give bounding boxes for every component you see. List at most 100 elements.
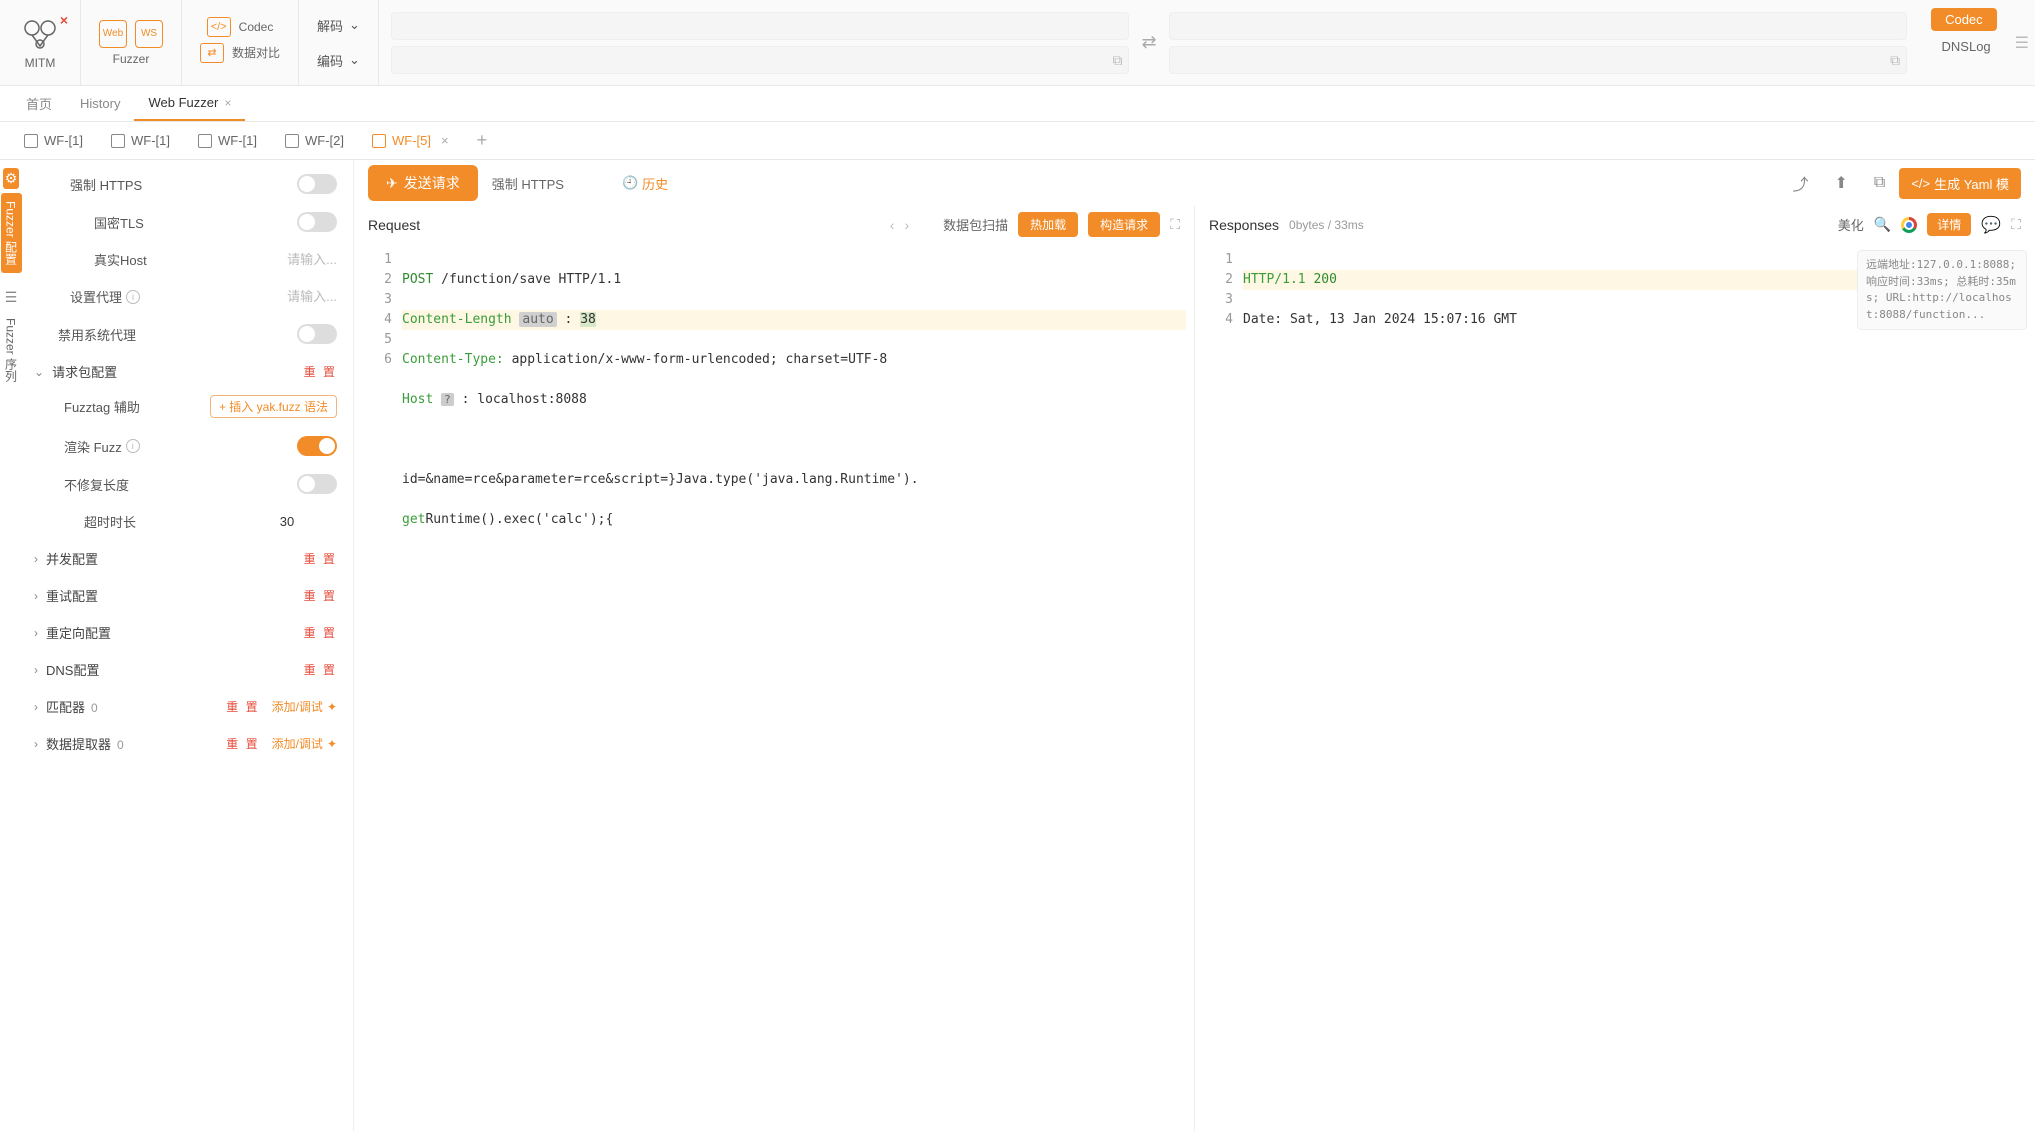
search-icon[interactable]: 🔍	[1874, 216, 1891, 233]
send-request-button[interactable]: ✈发送请求	[368, 165, 478, 201]
subtab-wf-1a[interactable]: WF-[1]	[12, 122, 95, 159]
add-debug-button[interactable]: 添加/调试 ✦	[272, 735, 337, 752]
codec-input-right-2[interactable]: ⧉	[1169, 46, 1908, 74]
copy-icon[interactable]: ⧉	[1112, 52, 1122, 69]
next-icon[interactable]: ›	[904, 217, 909, 233]
response-editor[interactable]: 1234 HTTP/1.1 200 Date: Sat, 13 Jan 2024…	[1195, 244, 2035, 1131]
section-matcher[interactable]: ›匹配器0重 置添加/调试 ✦	[34, 697, 337, 716]
generate-yaml-button[interactable]: </>生成 Yaml 模	[1899, 168, 2021, 199]
expand-icon[interactable]: ⛶	[1170, 216, 1180, 233]
beautify-button[interactable]: 美化	[1838, 215, 1864, 234]
subtab-wf-1b[interactable]: WF-[1]	[99, 122, 182, 159]
reset-button[interactable]: 重 置	[304, 363, 337, 380]
add-debug-label: 添加/调试	[272, 735, 323, 752]
section-dns[interactable]: ›DNS配置重 置	[34, 660, 337, 679]
insert-fuzz-button[interactable]: + 插入 yak.fuzz 语法	[210, 395, 337, 418]
close-icon[interactable]: ×	[441, 133, 449, 148]
section-title: 请求包配置	[52, 362, 304, 381]
subtab-wf-2[interactable]: WF-[2]	[273, 122, 356, 159]
encode-dropdown[interactable]: 编码 ⌄	[317, 51, 360, 70]
auto-badge: auto	[519, 312, 556, 327]
history-link[interactable]: 🕘历史	[622, 174, 668, 193]
gm-tls-toggle[interactable]	[297, 212, 337, 232]
prev-icon[interactable]: ‹	[890, 217, 895, 233]
fuzzer-group[interactable]: Web WS Fuzzer	[81, 0, 182, 85]
add-tab-button[interactable]: +	[465, 130, 500, 151]
req-hdr-ct: Content-Type:	[402, 352, 504, 367]
codec-io-area: ⧉ ⇄ ⧉	[379, 0, 1919, 85]
req-hdr-host: Host	[402, 392, 433, 407]
swap-icon[interactable]: ⇄	[1141, 32, 1156, 53]
tab-web-fuzzer[interactable]: Web Fuzzer×	[134, 86, 245, 121]
mitm-label: MITM	[25, 56, 56, 70]
disable-sys-proxy-toggle[interactable]	[297, 324, 337, 344]
subtab-wf-1c[interactable]: WF-[1]	[186, 122, 269, 159]
close-icon[interactable]: ×	[224, 96, 231, 110]
reset-button[interactable]: 重 置	[304, 587, 337, 604]
req-method: POST	[402, 272, 433, 287]
detail-button[interactable]: 详情	[1927, 213, 1971, 236]
export-icon[interactable]: ⬆	[1834, 173, 1847, 193]
section-title: 重试配置	[46, 586, 304, 605]
new-window-icon[interactable]: ⧉	[1874, 174, 1885, 192]
reset-button[interactable]: 重 置	[304, 624, 337, 641]
chevron-right-icon: ›	[34, 552, 38, 566]
req-hdr-cl: Content-Length	[402, 312, 512, 327]
timeout-label: 超时时长	[84, 512, 136, 531]
vertical-bar: ⚙ Fuzzer 配置 ☰ Fuzzer 序列	[0, 160, 22, 1131]
chrome-icon[interactable]	[1901, 217, 1917, 233]
construct-request-button[interactable]: 构造请求	[1088, 212, 1160, 237]
codec-input-right-1[interactable]	[1169, 12, 1908, 40]
comment-icon[interactable]: 💬	[1981, 215, 2001, 235]
section-title: 并发配置	[46, 549, 304, 568]
hotload-button[interactable]: 热加载	[1018, 212, 1078, 237]
section-concurrent[interactable]: › 并发配置重 置	[34, 549, 337, 568]
no-fix-len-toggle[interactable]	[297, 474, 337, 494]
force-https-toggle[interactable]	[297, 174, 337, 194]
reset-button[interactable]: 重 置	[304, 661, 337, 678]
hamburger-icon[interactable]: ☰	[2009, 33, 2035, 53]
chevron-down-icon: ⌄	[34, 365, 44, 379]
section-redirect[interactable]: ›重定向配置重 置	[34, 623, 337, 642]
proxy-input[interactable]	[237, 289, 337, 304]
request-gutter: 123456	[354, 244, 402, 1131]
request-editor[interactable]: 123456 POST /function/save HTTP/1.1 Cont…	[354, 244, 1194, 1131]
subtab-wf-5[interactable]: WF-[5]×	[360, 122, 461, 159]
tab-history[interactable]: History	[66, 86, 134, 121]
action-bar: ✈发送请求 强制 HTTPS 🕘历史 ⤴ ⬆ ⧉ </>生成 Yaml 模	[354, 160, 2035, 206]
codec-row[interactable]: </> Codec	[207, 17, 274, 37]
codec-button[interactable]: Codec	[1931, 8, 1997, 31]
reset-button[interactable]: 重 置	[304, 550, 337, 567]
proxy-label: 设置代理i	[70, 287, 140, 306]
render-fuzz-toggle[interactable]	[297, 436, 337, 456]
reset-button[interactable]: 重 置	[226, 735, 259, 752]
codec-input-left-1[interactable]	[391, 12, 1130, 40]
compare-icon: ⇄	[200, 43, 224, 63]
vbar-fuzzer-seq[interactable]: Fuzzer 序列	[1, 310, 22, 390]
packet-scan-label[interactable]: 数据包扫描	[943, 215, 1008, 234]
share-icon[interactable]: ⤴	[1792, 171, 1808, 195]
decode-dropdown[interactable]: 解码 ⌄	[317, 16, 360, 35]
real-host-input[interactable]	[237, 252, 337, 267]
section-retry[interactable]: ›重试配置重 置	[34, 586, 337, 605]
tab-home[interactable]: 首页	[12, 86, 66, 121]
codec-input-left-2[interactable]: ⧉	[391, 46, 1130, 74]
subtab-label: WF-[2]	[305, 133, 344, 148]
encode-decode-group: 解码 ⌄ 编码 ⌄	[299, 0, 379, 85]
timeout-input[interactable]	[237, 514, 337, 529]
add-debug-button[interactable]: 添加/调试 ✦	[272, 698, 337, 715]
chevron-down-icon: ⌄	[349, 52, 360, 68]
copy-icon[interactable]: ⧉	[1890, 52, 1900, 69]
section-request-config[interactable]: ⌄ 请求包配置重 置	[34, 362, 337, 381]
section-title: DNS配置	[46, 660, 304, 679]
chevron-right-icon: ›	[34, 626, 38, 640]
dnslog-button[interactable]: DNSLog	[1936, 37, 1997, 56]
gm-tls-label: 国密TLS	[94, 213, 144, 232]
yaml-label: 生成 Yaml 模	[1934, 174, 2009, 193]
expand-icon[interactable]: ⛶	[2011, 216, 2021, 233]
vbar-fuzzer-config[interactable]: Fuzzer 配置	[1, 193, 22, 273]
compare-row[interactable]: ⇄ 数据对比	[200, 43, 280, 63]
reset-button[interactable]: 重 置	[226, 698, 259, 715]
mitm-group[interactable]: × MITM	[0, 0, 81, 85]
section-extractor[interactable]: ›数据提取器0重 置添加/调试 ✦	[34, 734, 337, 753]
